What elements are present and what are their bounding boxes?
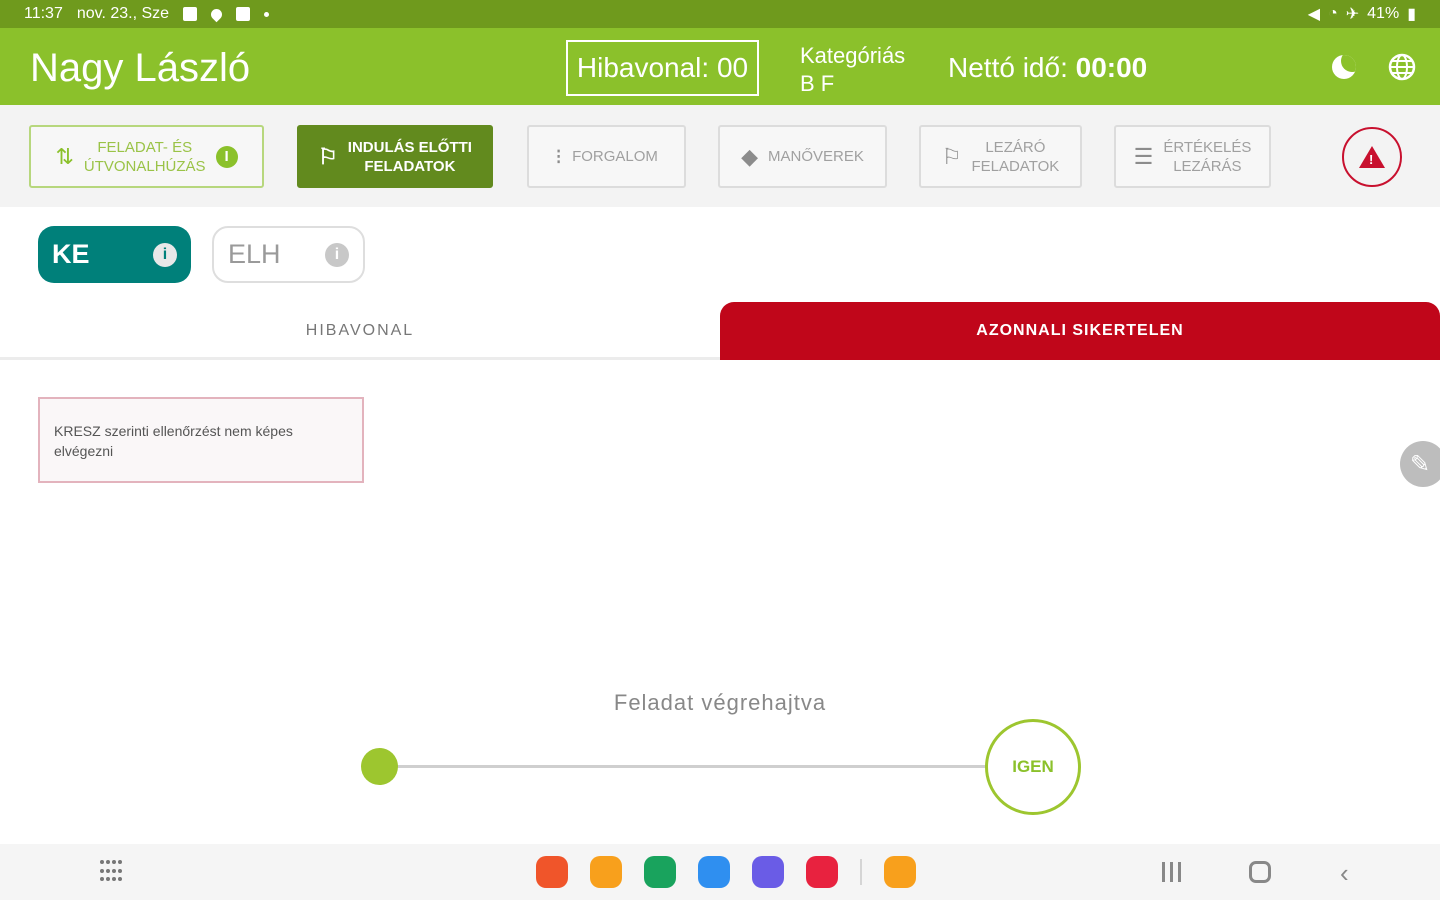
mute-icon: ◀	[1307, 6, 1321, 23]
maneuvers-button[interactable]: ◆ MANŐVEREK	[718, 125, 887, 188]
traffic-light-icon: ⁝	[555, 144, 563, 169]
dock-app-6-icon[interactable]	[806, 856, 838, 888]
evaluation-close-button[interactable]: ☰ ÉRTÉKELÉS LEZÁRÁS	[1114, 125, 1271, 188]
fault-counter: Hibavonal: 00	[566, 40, 759, 96]
slider-label: Feladat végrehajtva	[613, 690, 827, 715]
slider-track[interactable]	[380, 765, 986, 768]
chip-elh-label: ELH	[228, 239, 281, 269]
fault-option-card[interactable]: KRESZ szerinti ellenőrzést nem képes elv…	[38, 397, 364, 483]
candidate-name: Nagy László	[30, 46, 251, 90]
back-icon[interactable]: ‹	[1340, 858, 1349, 889]
evaluation-label-2: LEZÁRÁS	[1173, 157, 1242, 175]
pre-departure-label-2: FELADATOK	[364, 157, 456, 175]
evaluation-label-1: ÉRTÉKELÉS	[1163, 138, 1252, 156]
net-time-label: Nettó idő:	[948, 52, 1068, 83]
chip-elh[interactable]: ELH i	[212, 226, 365, 283]
dock-app-7-icon[interactable]	[884, 856, 916, 888]
closing-label-1: LEZÁRÓ	[985, 138, 1046, 156]
closing-label-2: FELADATOK	[971, 157, 1060, 175]
category-label: Kategóriás	[800, 43, 906, 68]
category-value: B F	[800, 71, 835, 96]
battery-level: 41%	[1367, 5, 1400, 22]
app-dock	[536, 856, 916, 888]
wifi-icon: ◔	[1328, 5, 1338, 22]
dock-app-3-icon[interactable]	[644, 856, 676, 888]
info-icon[interactable]: i	[325, 242, 349, 267]
app-header: Nagy László Hibavonal: 00 Kategóriás B F…	[0, 28, 1440, 105]
chip-ke-label: KE	[52, 239, 90, 269]
airplane-icon: ✈	[1345, 6, 1360, 23]
checklist-icon: ☰	[1133, 144, 1154, 169]
task-route-label-1: FELADAT- ÉS	[97, 138, 193, 156]
traffic-label: FORGALOM	[572, 148, 658, 165]
location-icon	[208, 6, 225, 22]
net-time: Nettó idő: 00:00	[948, 52, 1147, 84]
recent-apps-icon[interactable]	[1162, 862, 1184, 882]
traffic-button[interactable]: ⁝ FORGALOM	[527, 125, 686, 188]
mail-notification-icon	[236, 7, 251, 21]
tab-hibavonal[interactable]: HIBAVONAL	[0, 302, 720, 360]
battery-icon: ▮	[1407, 6, 1416, 23]
pre-departure-label-1: INDULÁS ELŐTTI	[347, 138, 472, 156]
info-icon[interactable]: i	[215, 145, 238, 168]
warning-triangle-icon: !	[1359, 146, 1385, 168]
task-route-label-2: ÚTVONALHÚZÁS	[83, 157, 206, 175]
route-check-icon: ⇅	[55, 144, 74, 169]
night-mode-icon[interactable]	[1332, 55, 1356, 79]
diamond-sign-icon: ◆	[741, 144, 759, 169]
flag-icon: ⚐	[941, 144, 962, 169]
home-icon[interactable]	[1249, 861, 1271, 883]
language-globe-icon[interactable]	[1388, 53, 1416, 81]
app-drawer-icon[interactable]	[100, 860, 124, 884]
system-nav-bar: ‹	[0, 844, 1440, 900]
info-icon[interactable]: i	[153, 242, 177, 267]
slider-knob[interactable]	[361, 748, 398, 785]
category-block: Kategóriás B F	[800, 42, 905, 98]
maneuvers-label: MANŐVEREK	[768, 148, 864, 165]
more-notifications-icon	[264, 11, 270, 17]
task-route-button[interactable]: ⇅ FELADAT- ÉS ÚTVONALHÚZÁS i	[29, 125, 264, 188]
edit-pencil-icon[interactable]: ✎	[1400, 441, 1440, 487]
closing-tasks-button[interactable]: ⚐ LEZÁRÓ FELADATOK	[919, 125, 1082, 188]
pre-departure-tasks-button[interactable]: ⚐ INDULÁS ELŐTTI FELADATOK	[297, 125, 493, 188]
status-time: 11:37	[24, 5, 63, 22]
dock-app-1-icon[interactable]	[536, 856, 568, 888]
gallery-notification-icon	[183, 7, 198, 21]
tab-bar: HIBAVONAL AZONNALI SIKERTELEN	[0, 302, 1440, 360]
tab-azonnali-sikertelen[interactable]: AZONNALI SIKERTELEN	[720, 302, 1440, 360]
confirm-yes-target[interactable]: IGEN	[985, 719, 1081, 815]
net-time-value: 00:00	[1075, 52, 1148, 83]
chip-ke[interactable]: KE i	[38, 226, 191, 283]
dock-app-5-icon[interactable]	[752, 856, 784, 888]
flag-icon: ⚐	[318, 144, 338, 169]
dock-app-2-icon[interactable]	[590, 856, 622, 888]
status-date: nov. 23., Sze	[76, 5, 170, 22]
dock-app-4-icon[interactable]	[698, 856, 730, 888]
emergency-alert-button[interactable]: !	[1342, 127, 1402, 187]
status-bar: 11:37 nov. 23., Sze ◀ ◔ ✈ 41% ▮	[0, 0, 1440, 28]
exam-section-toolbar: ⇅ FELADAT- ÉS ÚTVONALHÚZÁS i ⚐ INDULÁS EL…	[0, 105, 1440, 207]
dock-separator	[860, 859, 862, 885]
